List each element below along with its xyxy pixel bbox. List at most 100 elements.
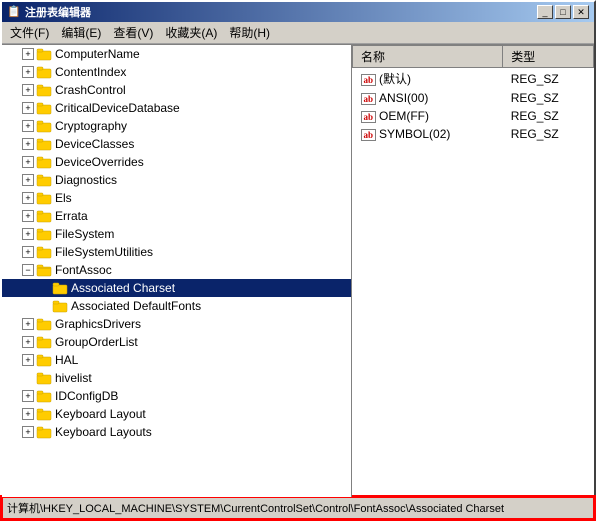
expand-button-keyboardLayout[interactable]: + — [22, 408, 34, 420]
tree-item-diagnostics[interactable]: + Diagnostics — [2, 171, 351, 189]
expand-button-contentIndex[interactable]: + — [22, 66, 34, 78]
tree-item-label: Associated Charset — [71, 281, 175, 295]
registry-editor-window: 📋 注册表编辑器 _ □ ✕ 文件(F)编辑(E)查看(V)收藏夹(A)帮助(H… — [0, 0, 596, 521]
tree-item-label: FontAssoc — [55, 263, 112, 277]
reg-entry-type: REG_SZ — [503, 107, 594, 125]
folder-closed-icon — [36, 83, 52, 97]
tree-item-associatedDefaultFonts[interactable]: Associated DefaultFonts — [2, 297, 351, 315]
tree-item-keyboardLayouts[interactable]: + Keyboard Layouts — [2, 423, 351, 441]
main-content: + ComputerName+ ContentIndex+ CrashContr… — [2, 44, 594, 497]
tree-item-cryptography[interactable]: + Cryptography — [2, 117, 351, 135]
folder-closed-icon — [52, 299, 68, 313]
tree-item-label: hivelist — [55, 371, 92, 385]
right-panel: 名称 类型 ab(默认)REG_SZabANSI(00)REG_SZabOEM(… — [352, 45, 594, 497]
tree-item-contentIndex[interactable]: + ContentIndex — [2, 63, 351, 81]
reg-entry-name: abSYMBOL(02) — [353, 125, 503, 143]
tree-item-errata[interactable]: + Errata — [2, 207, 351, 225]
tree-item-label: DeviceClasses — [55, 137, 134, 151]
folder-closed-icon — [36, 389, 52, 403]
table-row[interactable]: ab(默认)REG_SZ — [353, 68, 594, 90]
tree-item-label: Diagnostics — [55, 173, 117, 187]
tree-item-criticalDeviceDatabase[interactable]: + CriticalDeviceDatabase — [2, 99, 351, 117]
folder-closed-icon — [36, 245, 52, 259]
expand-button-groupOrderList[interactable]: + — [22, 336, 34, 348]
expand-button-idConfigDB[interactable]: + — [22, 390, 34, 402]
tree-item-label: Keyboard Layout — [55, 407, 146, 421]
tree-item-label: IDConfigDB — [55, 389, 118, 403]
tree-item-label: FileSystemUtilities — [55, 245, 153, 259]
tree-item-label: FileSystem — [55, 227, 114, 241]
tree-item-label: GraphicsDrivers — [55, 317, 141, 331]
expand-button-fontAssoc[interactable]: − — [22, 264, 34, 276]
menu-item-e[interactable]: 编辑(E) — [55, 22, 107, 43]
tree-item-graphicsDrivers[interactable]: + GraphicsDrivers — [2, 315, 351, 333]
tree-item-deviceClasses[interactable]: + DeviceClasses — [2, 135, 351, 153]
tree-item-computerName[interactable]: + ComputerName — [2, 45, 351, 63]
expand-button-hal[interactable]: + — [22, 354, 34, 366]
expand-button-criticalDeviceDatabase[interactable]: + — [22, 102, 34, 114]
tree-item-fontAssoc[interactable]: − FontAssoc — [2, 261, 351, 279]
reg-entry-name: ab(默认) — [353, 68, 503, 90]
table-row[interactable]: abANSI(00)REG_SZ — [353, 89, 594, 107]
tree-item-hivelist[interactable]: hivelist — [2, 369, 351, 387]
tree-item-label: Errata — [55, 209, 88, 223]
maximize-button[interactable]: □ — [555, 5, 571, 19]
folder-open-icon — [36, 263, 52, 277]
expand-button-diagnostics[interactable]: + — [22, 174, 34, 186]
close-button[interactable]: ✕ — [573, 5, 589, 19]
expand-button-errata[interactable]: + — [22, 210, 34, 222]
expand-button-fileSystem[interactable]: + — [22, 228, 34, 240]
tree-item-fileSystem[interactable]: + FileSystem — [2, 225, 351, 243]
expand-button-deviceClasses[interactable]: + — [22, 138, 34, 150]
tree-item-associatedCharset[interactable]: Associated Charset — [2, 279, 351, 297]
col-name: 名称 — [353, 46, 503, 68]
expand-button-graphicsDrivers[interactable]: + — [22, 318, 34, 330]
expand-button-fileSystemUtilities[interactable]: + — [22, 246, 34, 258]
tree-item-label: Keyboard Layouts — [55, 425, 152, 439]
expand-button-keyboardLayouts[interactable]: + — [22, 426, 34, 438]
folder-closed-icon — [36, 65, 52, 79]
tree-item-label: Cryptography — [55, 119, 127, 133]
tree-item-label: ContentIndex — [55, 65, 126, 79]
folder-closed-icon — [36, 119, 52, 133]
menu-item-v[interactable]: 查看(V) — [107, 22, 159, 43]
table-row[interactable]: abSYMBOL(02)REG_SZ — [353, 125, 594, 143]
tree-item-label: Associated DefaultFonts — [71, 299, 201, 313]
folder-closed-icon — [36, 191, 52, 205]
tree-panel[interactable]: + ComputerName+ ContentIndex+ CrashContr… — [2, 45, 352, 497]
col-type: 类型 — [503, 46, 594, 68]
folder-closed-icon — [36, 155, 52, 169]
table-row[interactable]: abOEM(FF)REG_SZ — [353, 107, 594, 125]
expand-button-els[interactable]: + — [22, 192, 34, 204]
expand-button-computerName[interactable]: + — [22, 48, 34, 60]
tree-item-crashControl[interactable]: + CrashControl — [2, 81, 351, 99]
tree-item-label: ComputerName — [55, 47, 140, 61]
tree-item-els[interactable]: + Els — [2, 189, 351, 207]
tree-item-idConfigDB[interactable]: + IDConfigDB — [2, 387, 351, 405]
menu-item-h[interactable]: 帮助(H) — [223, 22, 276, 43]
reg-entry-type: REG_SZ — [503, 125, 594, 143]
expand-button-crashControl[interactable]: + — [22, 84, 34, 96]
folder-closed-icon — [36, 317, 52, 331]
expand-button-cryptography[interactable]: + — [22, 120, 34, 132]
menu-item-a[interactable]: 收藏夹(A) — [159, 22, 223, 43]
folder-closed-icon — [36, 47, 52, 61]
expand-button-deviceOverrides[interactable]: + — [22, 156, 34, 168]
tree-item-groupOrderList[interactable]: + GroupOrderList — [2, 333, 351, 351]
tree-item-keyboardLayout[interactable]: + Keyboard Layout — [2, 405, 351, 423]
folder-closed-icon — [52, 281, 68, 295]
folder-closed-icon — [36, 227, 52, 241]
tree-item-label: DeviceOverrides — [55, 155, 144, 169]
menu-bar: 文件(F)编辑(E)查看(V)收藏夹(A)帮助(H) — [2, 22, 594, 44]
minimize-button[interactable]: _ — [537, 5, 553, 19]
reg-ab-icon: ab — [361, 129, 377, 141]
tree-item-deviceOverrides[interactable]: + DeviceOverrides — [2, 153, 351, 171]
status-text: 计算机\HKEY_LOCAL_MACHINE\SYSTEM\CurrentCon… — [7, 500, 504, 516]
tree-item-hal[interactable]: + HAL — [2, 351, 351, 369]
tree-item-fileSystemUtilities[interactable]: + FileSystemUtilities — [2, 243, 351, 261]
reg-entry-name: abOEM(FF) — [353, 107, 503, 125]
reg-ab-icon: ab — [361, 93, 377, 105]
reg-entry-name: abANSI(00) — [353, 89, 503, 107]
menu-item-f[interactable]: 文件(F) — [4, 22, 55, 43]
folder-closed-icon — [36, 209, 52, 223]
